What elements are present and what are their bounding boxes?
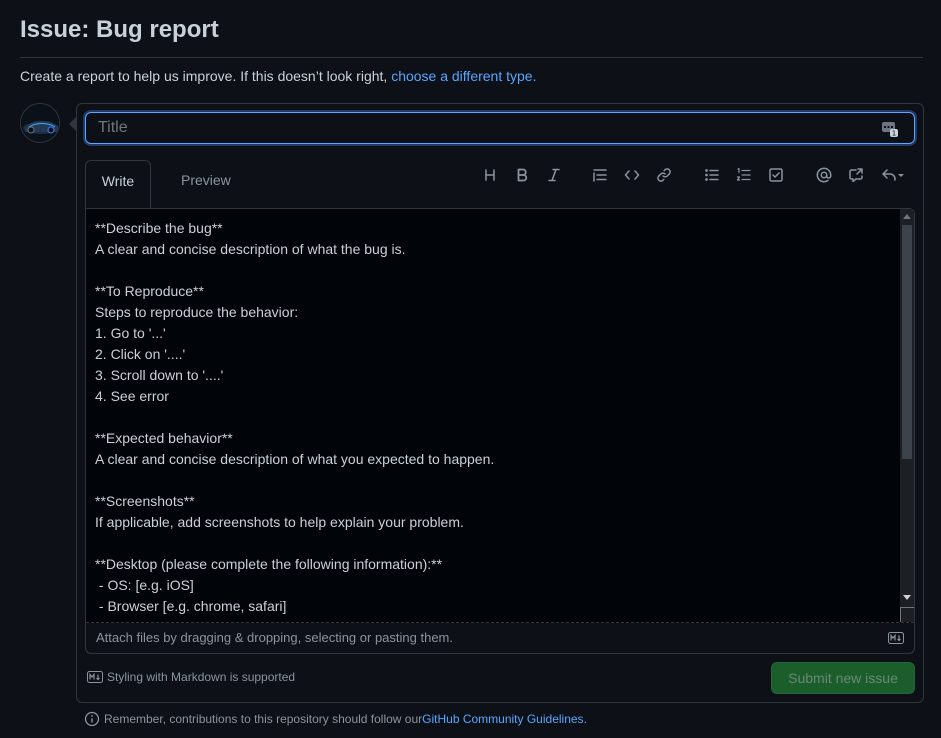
saved-replies-icon[interactable]: [879, 166, 907, 184]
editor-box: **Describe the bug** A clear and concise…: [85, 208, 915, 654]
italic-icon[interactable]: [545, 166, 563, 184]
attach-files-bar[interactable]: Attach files by dragging & dropping, sel…: [86, 623, 914, 653]
issue-form-card: 1 Write Preview: [69, 103, 924, 703]
code-icon[interactable]: [623, 166, 641, 184]
link-icon[interactable]: [655, 166, 673, 184]
scroll-down-arrow-icon[interactable]: [903, 595, 911, 600]
avatar-image: [21, 104, 59, 142]
editor-tabs: Write Preview: [85, 160, 917, 209]
choose-different-type-link[interactable]: choose a different type.: [391, 68, 536, 84]
quote-icon[interactable]: [591, 166, 609, 184]
page-subtitle: Create a report to help us improve. If t…: [20, 68, 536, 84]
community-guidelines-note: Remember, contributions to this reposito…: [84, 711, 587, 727]
ordered-list-icon[interactable]: [735, 166, 753, 184]
avatar: [20, 103, 60, 143]
editor-scrollbar[interactable]: [900, 209, 914, 622]
unordered-list-icon[interactable]: [703, 166, 721, 184]
resize-handle[interactable]: [900, 607, 914, 622]
scroll-up-arrow-icon[interactable]: [903, 214, 911, 219]
markdown-support-note[interactable]: Styling with Markdown is supported: [87, 670, 295, 684]
tab-write[interactable]: Write: [85, 160, 151, 208]
saved-replies-badge-icon[interactable]: 1: [881, 120, 899, 138]
svg-text:1: 1: [892, 130, 896, 138]
info-icon: [84, 711, 100, 727]
guidelines-suffix: .: [583, 712, 587, 726]
task-list-icon[interactable]: [767, 166, 785, 184]
title-input[interactable]: [85, 112, 915, 144]
subtitle-text: Create a report to help us improve. If t…: [20, 68, 392, 84]
issue-body-text[interactable]: **Describe the bug** A clear and concise…: [95, 218, 895, 622]
markdown-logo-icon: [87, 671, 103, 683]
community-guidelines-link[interactable]: GitHub Community Guidelines: [422, 712, 583, 726]
page-title: Issue: Bug report: [20, 16, 219, 43]
title-divider: [20, 57, 923, 58]
attach-files-text: Attach files by dragging & dropping, sel…: [96, 630, 453, 645]
issue-body-textarea[interactable]: **Describe the bug** A clear and concise…: [86, 209, 914, 623]
heading-icon[interactable]: [481, 166, 499, 184]
markdown-note-text: Styling with Markdown is supported: [107, 670, 296, 684]
guidelines-text: Remember, contributions to this reposito…: [104, 712, 423, 726]
markdown-icon: [888, 632, 904, 644]
scroll-thumb[interactable]: [902, 225, 912, 459]
mention-icon[interactable]: [815, 166, 833, 184]
submit-new-issue-button[interactable]: Submit new issue: [771, 662, 915, 694]
bold-icon[interactable]: [513, 166, 531, 184]
cross-reference-icon[interactable]: [847, 166, 865, 184]
tab-preview[interactable]: Preview: [165, 160, 247, 209]
